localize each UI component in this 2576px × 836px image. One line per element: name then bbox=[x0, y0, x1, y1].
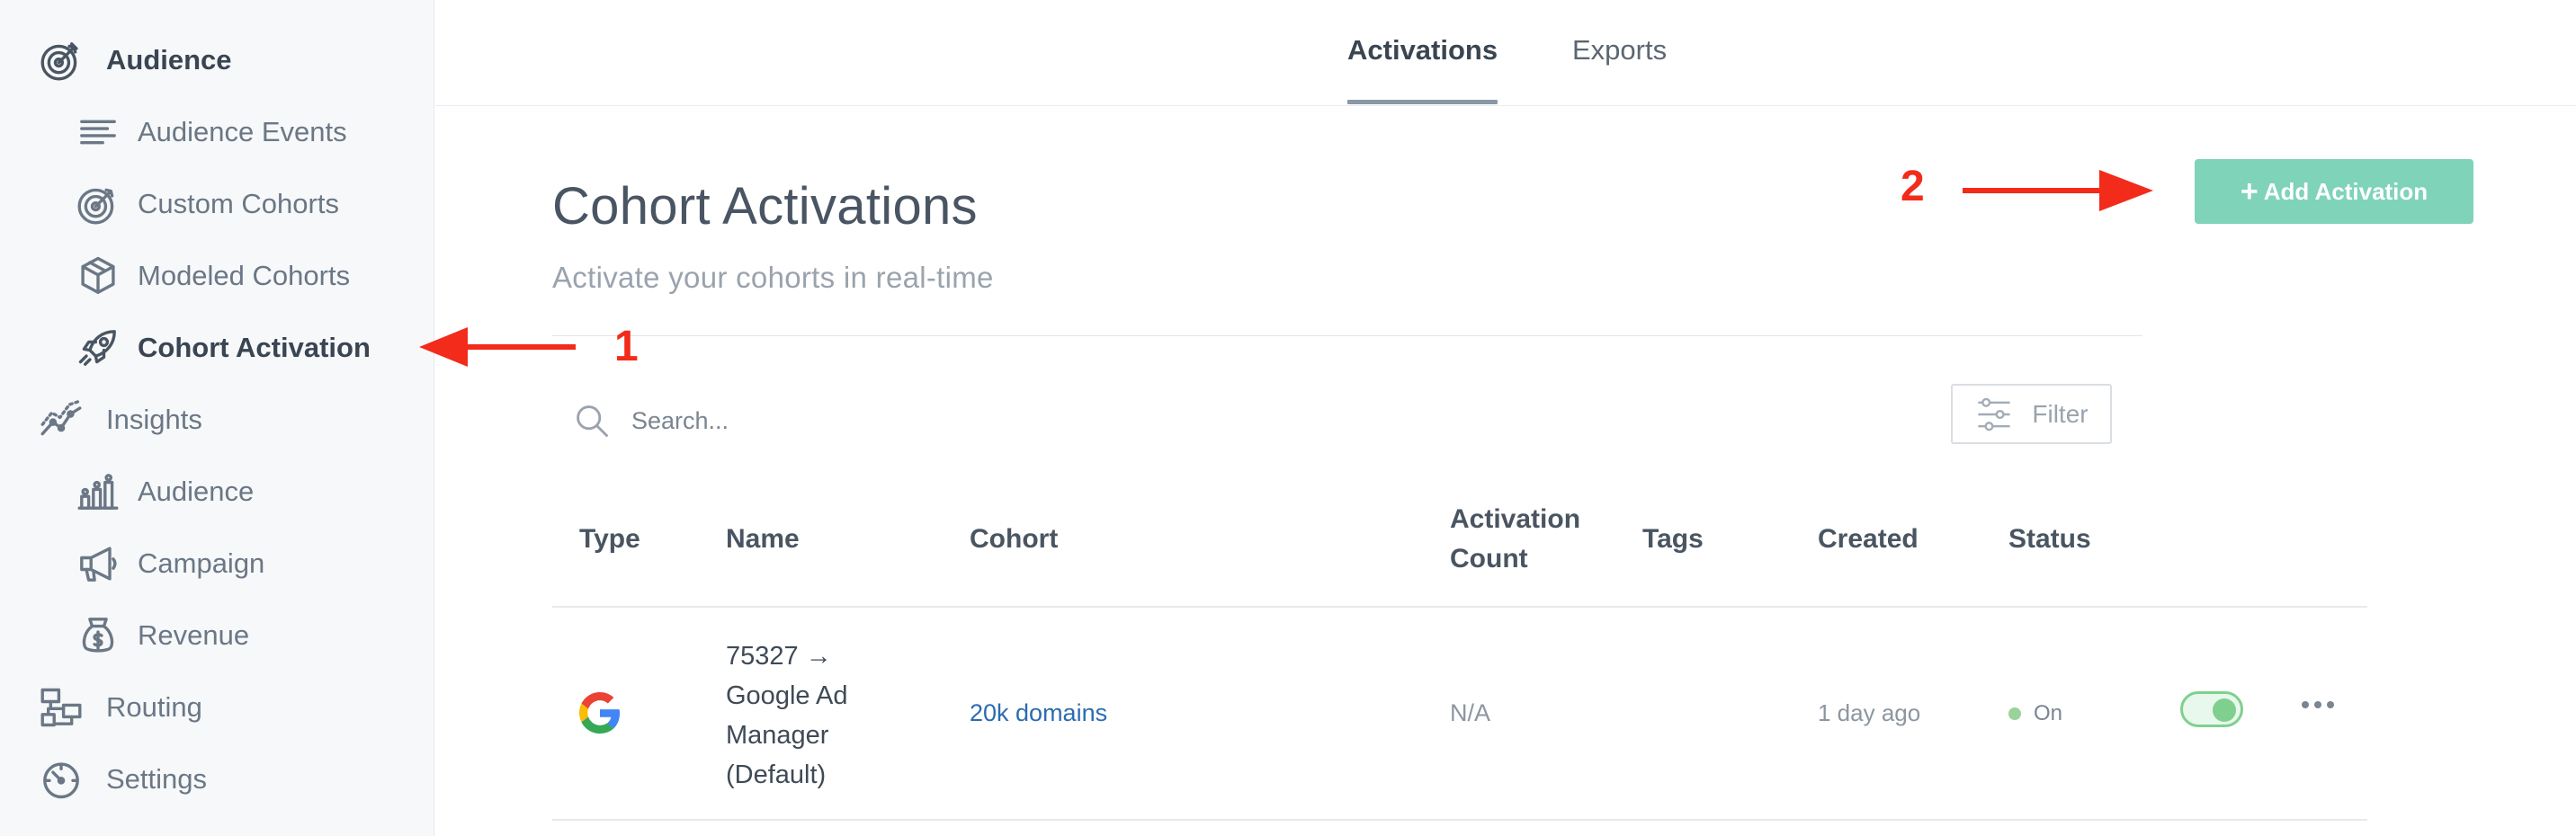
sidebar: Audience Audience Events Custom Cohorts … bbox=[0, 0, 434, 836]
tab-activations[interactable]: Activations bbox=[1347, 0, 1498, 106]
sidebar-item-label: Cohort Activation bbox=[138, 332, 371, 363]
row-cohort-link[interactable]: 20k domains bbox=[970, 699, 1107, 727]
gauge-icon bbox=[36, 754, 86, 805]
search-bar bbox=[572, 396, 1202, 446]
tab-exports[interactable]: Exports bbox=[1572, 0, 1667, 106]
annotation-label-2: 2 bbox=[1901, 163, 1925, 210]
filter-label: Filter bbox=[2032, 399, 2089, 428]
column-header-activation-count[interactable]: Activation Count bbox=[1450, 500, 1580, 579]
row-activation-count: N/A bbox=[1450, 699, 1491, 726]
rocket-icon bbox=[73, 323, 123, 373]
annotation-arrow-2 bbox=[1963, 170, 2153, 211]
sidebar-item-routing[interactable]: Routing bbox=[36, 680, 202, 734]
sidebar-item-audience-events[interactable]: Audience Events bbox=[73, 105, 347, 159]
sidebar-item-label: Modeled Cohorts bbox=[138, 260, 351, 291]
megaphone-icon bbox=[73, 538, 123, 589]
sliders-icon bbox=[1978, 397, 2010, 431]
column-header-tags[interactable]: Tags bbox=[1642, 520, 1704, 559]
sidebar-item-audience[interactable]: Audience bbox=[36, 33, 232, 87]
sidebar-item-insights[interactable]: Insights bbox=[36, 393, 202, 447]
table-row-divider bbox=[552, 819, 2367, 821]
target-icon bbox=[73, 179, 123, 229]
sidebar-item-custom-cohorts[interactable]: Custom Cohorts bbox=[73, 177, 339, 231]
row-name-line: (Default) bbox=[726, 760, 827, 789]
sidebar-item-label: Custom Cohorts bbox=[138, 188, 339, 219]
add-activation-button[interactable]: + Add Activation bbox=[2195, 159, 2473, 224]
status-badge: On bbox=[2008, 701, 2062, 726]
sidebar-item-campaign[interactable]: Campaign bbox=[73, 537, 264, 591]
google-logo-icon bbox=[579, 692, 621, 734]
column-header-type[interactable]: Type bbox=[579, 520, 640, 559]
sidebar-item-revenue[interactable]: Revenue bbox=[73, 609, 249, 663]
header-divider bbox=[552, 335, 2142, 336]
row-created: 1 day ago bbox=[1818, 699, 1921, 726]
row-name-line: Manager bbox=[726, 721, 829, 750]
search-icon bbox=[577, 405, 608, 437]
sidebar-item-modeled-cohorts[interactable]: Modeled Cohorts bbox=[73, 249, 350, 303]
sidebar-item-label: Audience bbox=[138, 476, 255, 507]
bar-chart-people-icon bbox=[73, 467, 123, 517]
annotation-arrow-1 bbox=[419, 327, 576, 367]
sidebar-item-label: Campaign bbox=[138, 547, 265, 579]
row-name-line: Google Ad bbox=[726, 681, 848, 710]
column-header-name[interactable]: Name bbox=[726, 520, 800, 559]
sidebar-item-label: Settings bbox=[106, 763, 208, 795]
target-icon bbox=[36, 35, 86, 85]
table-header-divider bbox=[552, 606, 2367, 608]
column-header-activation-count-line2: Count bbox=[1450, 544, 1528, 574]
column-header-activation-count-line1: Activation bbox=[1450, 504, 1581, 534]
sidebar-item-cohort-activation[interactable]: Cohort Activation bbox=[73, 321, 371, 375]
search-input[interactable] bbox=[631, 406, 1171, 435]
sidebar-item-label: Insights bbox=[106, 404, 202, 435]
annotation-label-1: 1 bbox=[614, 323, 639, 370]
plus-icon: + bbox=[2240, 173, 2258, 209]
sidebar-item-label: Audience bbox=[106, 44, 232, 76]
activation-toggle[interactable] bbox=[2180, 691, 2243, 727]
column-header-cohort[interactable]: Cohort bbox=[970, 520, 1058, 559]
sidebar-item-label: Audience Events bbox=[138, 116, 347, 147]
more-options-icon[interactable] bbox=[2298, 698, 2338, 712]
cube-icon bbox=[73, 251, 123, 301]
column-header-status[interactable]: Status bbox=[2008, 520, 2091, 559]
status-label: On bbox=[2034, 701, 2063, 725]
add-activation-label: Add Activation bbox=[2263, 177, 2428, 205]
status-dot bbox=[2008, 707, 2021, 720]
sidebar-item-label: Routing bbox=[106, 691, 202, 723]
list-icon bbox=[73, 107, 123, 157]
line-chart-icon bbox=[36, 395, 86, 445]
row-name: 75327 → Google Ad Manager (Default) bbox=[726, 636, 847, 795]
filter-button[interactable]: Filter bbox=[1951, 384, 2112, 444]
sidebar-item-settings[interactable]: Settings bbox=[36, 752, 207, 806]
sidebar-item-label: Revenue bbox=[138, 619, 250, 651]
money-bag-icon bbox=[73, 610, 123, 661]
tab-bar: Activations Exports bbox=[435, 0, 2576, 106]
sidebar-item-insights-audience[interactable]: Audience bbox=[73, 465, 254, 519]
page-subtitle: Activate your cohorts in real-time bbox=[552, 261, 994, 294]
toggle-knob bbox=[2213, 698, 2236, 722]
row-name-line: 75327 → bbox=[726, 642, 832, 671]
page-title: Cohort Activations bbox=[552, 177, 978, 236]
column-header-created[interactable]: Created bbox=[1818, 520, 1919, 559]
routing-icon bbox=[36, 682, 86, 733]
